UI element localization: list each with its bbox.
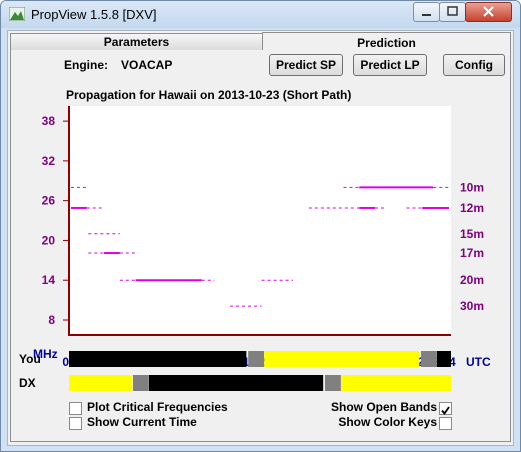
timeline-segment xyxy=(248,351,265,367)
plot-area xyxy=(69,106,451,334)
show-current-time-checkbox[interactable] xyxy=(69,417,82,430)
band-label-17m: 17m xyxy=(460,246,484,260)
prediction-panel: Engine: VOACAP Predict SP Predict LP Con… xyxy=(10,50,511,442)
timeline-label-dx: DX xyxy=(19,376,36,390)
timeline-label-you: You xyxy=(19,352,41,366)
minimize-button[interactable] xyxy=(413,2,440,22)
y-tick-label: 26 xyxy=(42,194,56,208)
y-tick-label: 20 xyxy=(42,233,56,247)
engine-value: VOACAP xyxy=(121,58,173,72)
band-label-15m: 15m xyxy=(460,227,484,241)
timeline-segment xyxy=(69,375,133,391)
minimize-icon xyxy=(422,14,431,16)
show-color-keys-checkbox[interactable] xyxy=(439,417,452,430)
timeline-segment xyxy=(421,351,437,367)
client-area: Parameters Prediction Engine: VOACAP Pre… xyxy=(7,30,514,446)
timeline-segment xyxy=(264,351,420,367)
plot-critical-checkbox[interactable] xyxy=(69,402,82,415)
config-button[interactable]: Config xyxy=(443,54,505,76)
maximize-icon xyxy=(447,6,458,16)
propagation-chart: 38322620148 10m12m15m17m20m30m MHz 00010… xyxy=(33,106,491,369)
timeline-dx xyxy=(69,375,451,391)
show-current-time-label: Show Current Time xyxy=(87,415,197,429)
timeline-segment xyxy=(341,375,451,391)
show-color-keys-label: Show Color Keys xyxy=(338,415,437,429)
y-tick-label: 38 xyxy=(42,114,56,128)
timeline-segment xyxy=(69,351,247,367)
close-button[interactable] xyxy=(465,2,512,22)
app-icon xyxy=(9,7,25,21)
timeline-segment xyxy=(325,375,341,391)
chart-title: Propagation for Hawaii on 2013-10-23 (Sh… xyxy=(66,88,352,102)
engine-label: Engine: xyxy=(64,58,108,72)
band-label-30m: 30m xyxy=(460,299,484,313)
band-label-12m: 12m xyxy=(460,201,484,215)
timeline-segment xyxy=(149,375,324,391)
tab-prediction[interactable]: Prediction xyxy=(262,32,511,51)
timeline-segment xyxy=(133,375,149,391)
y-tick-label: 8 xyxy=(48,313,55,327)
x-unit-label: UTC xyxy=(466,355,491,369)
y-tick-label: 32 xyxy=(42,154,56,168)
y-tick-label: 14 xyxy=(42,273,56,287)
band-label-10m: 10m xyxy=(460,180,484,194)
plot-critical-label: Plot Critical Frequencies xyxy=(87,400,228,414)
app-window: PropView 1.5.8 [DXV] Parameters Predicti… xyxy=(0,0,521,452)
band-label-20m: 20m xyxy=(460,273,484,287)
predict-sp-button[interactable]: Predict SP xyxy=(269,54,343,76)
predict-lp-button[interactable]: Predict LP xyxy=(353,54,427,76)
tab-parameters[interactable]: Parameters xyxy=(10,33,263,50)
check-icon xyxy=(441,406,450,415)
maximize-button[interactable] xyxy=(439,2,466,22)
show-open-bands-label: Show Open Bands xyxy=(330,400,437,414)
show-open-bands-checkbox[interactable] xyxy=(439,402,452,415)
timeline-segment xyxy=(437,351,451,367)
timeline-you xyxy=(69,351,451,367)
title-bar[interactable]: PropView 1.5.8 [DXV] xyxy=(1,1,520,28)
close-icon xyxy=(483,6,494,17)
window-title: PropView 1.5.8 [DXV] xyxy=(31,7,157,22)
